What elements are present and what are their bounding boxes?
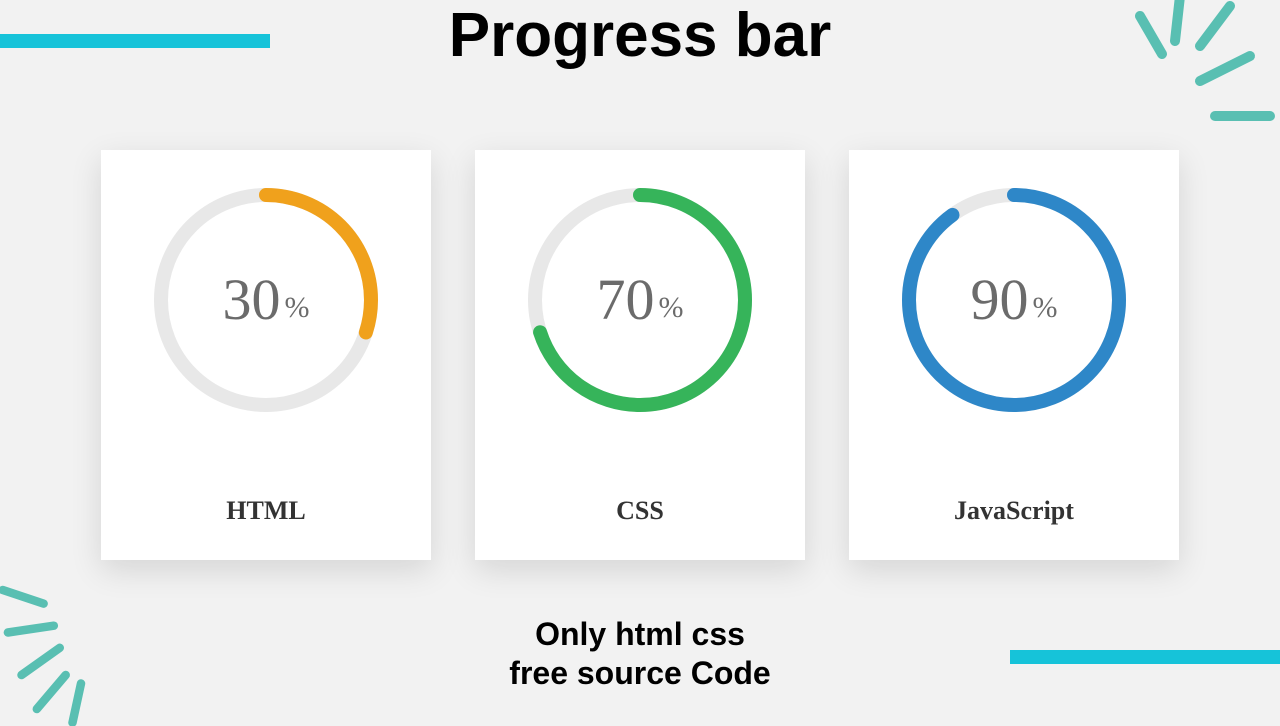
progress-value: 90 (971, 271, 1029, 329)
progress-label: HTML (226, 496, 305, 560)
percent-sign: % (1033, 293, 1058, 329)
progress-label: JavaScript (954, 496, 1074, 560)
page-title: Progress bar (0, 0, 1280, 71)
progress-ring: 30 % (136, 170, 396, 430)
percent-sign: % (659, 293, 684, 329)
progress-card-js: 90 % JavaScript (849, 150, 1179, 560)
subtitle-line: free source Code (0, 654, 1280, 692)
progress-ring: 90 % (884, 170, 1144, 430)
subtitle-line: Only html css (0, 615, 1280, 653)
progress-value: 30 (223, 271, 281, 329)
page-subtitle: Only html css free source Code (0, 615, 1280, 692)
percent-sign: % (285, 293, 310, 329)
progress-card-html: 30 % HTML (101, 150, 431, 560)
progress-ring: 70 % (510, 170, 770, 430)
progress-label: CSS (616, 496, 664, 560)
progress-card-css: 70 % CSS (475, 150, 805, 560)
cards-row: 30 % HTML 70 % CSS (0, 150, 1280, 560)
progress-value: 70 (597, 271, 655, 329)
